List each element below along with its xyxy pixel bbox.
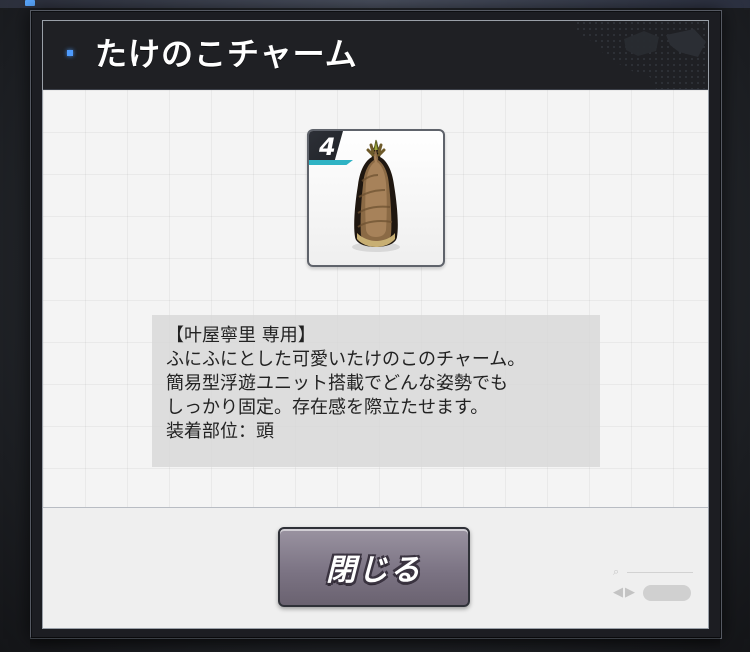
description-line: ふにふにとした可愛いたけのこのチャーム。 xyxy=(166,349,526,370)
item-card: 4 xyxy=(307,129,445,267)
close-button[interactable]: 閉じる xyxy=(278,527,470,607)
item-description-panel: 【叶屋寧里 専用】 ふにふにとした可愛いたけのこのチャーム。 簡易型浮遊ユニット… xyxy=(152,315,600,467)
rarity-value: 4 xyxy=(319,133,336,161)
bamboo-shoot-icon xyxy=(352,139,400,252)
top-status-strip xyxy=(0,0,750,8)
description-line: 簡易型浮遊ユニット搭載でどんな姿勢でも xyxy=(166,373,508,394)
pager-divider xyxy=(627,572,693,573)
pager-control: ⌕ ◀▶ xyxy=(613,566,693,608)
dialog-header: たけのこチャーム xyxy=(43,21,708,90)
dialog-title: たけのこチャーム xyxy=(95,35,358,73)
description-line: 装着部位：頭 xyxy=(166,421,274,442)
top-status-marker xyxy=(25,0,35,6)
map-motif-icon xyxy=(573,21,708,89)
dialog-bottom-shadow xyxy=(30,637,720,652)
header-marker xyxy=(67,50,73,56)
game-screen: たけのこチャーム 4 【叶屋寧里 専用】 ふにふにとした可愛いたけのこのチャーム… xyxy=(0,0,750,652)
rarity-badge: 4 xyxy=(309,131,343,165)
description-line: 【叶屋寧里 専用】 xyxy=(166,325,316,346)
close-button-label: 閉じる xyxy=(326,553,422,588)
page-indicator xyxy=(643,585,691,601)
item-detail-dialog: たけのこチャーム 4 【叶屋寧里 専用】 ふにふにとした可愛いたけのこのチャーム… xyxy=(42,20,709,629)
dialog-content: 4 【叶屋寧里 専用】 ふにふにとした可愛いたけのこのチャーム。 簡易型浮遊ユニ… xyxy=(43,90,708,508)
page-arrows-icon: ◀▶ xyxy=(613,585,637,600)
search-icon: ⌕ xyxy=(613,565,620,578)
description-line: しっかり固定。存在感を際立たせます。 xyxy=(166,397,489,418)
dialog-footer: 閉じる ⌕ ◀▶ xyxy=(43,508,708,628)
